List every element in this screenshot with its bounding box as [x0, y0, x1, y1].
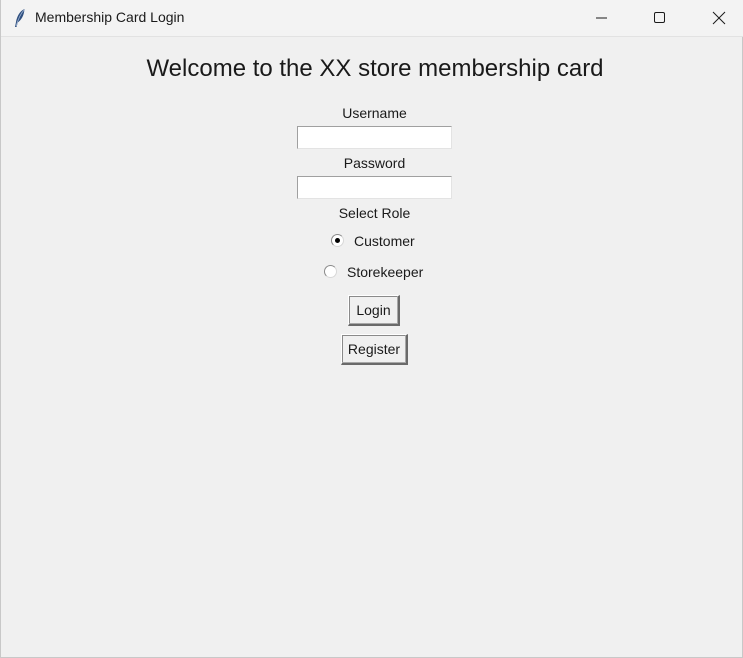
- radio-unselected-icon[interactable]: [324, 265, 337, 278]
- login-window: Membership Card Login Welcome to the XX …: [0, 0, 743, 658]
- maximize-icon: [654, 12, 665, 23]
- minimize-icon: [596, 17, 607, 19]
- maximize-button[interactable]: [631, 0, 689, 36]
- username-label: Username: [342, 105, 407, 121]
- role-label: Select Role: [338, 205, 411, 221]
- storekeeper-radio-label: Storekeeper: [347, 264, 424, 280]
- minimize-button[interactable]: [573, 0, 631, 36]
- title-bar[interactable]: Membership Card Login: [1, 0, 743, 37]
- radio-selected-icon[interactable]: [331, 234, 344, 247]
- page-title: Welcome to the XX store membership card: [146, 55, 604, 82]
- window-title: Membership Card Login: [35, 9, 185, 25]
- password-label: Password: [343, 155, 406, 171]
- password-field[interactable]: [297, 176, 452, 199]
- close-button[interactable]: [690, 0, 743, 36]
- login-button[interactable]: Login: [348, 295, 400, 326]
- username-field[interactable]: [297, 126, 452, 149]
- feather-icon: [12, 8, 28, 28]
- register-button[interactable]: Register: [341, 334, 408, 365]
- customer-radio-label: Customer: [354, 233, 415, 249]
- login-form: Welcome to the XX store membership card …: [1, 37, 743, 658]
- close-icon: [712, 11, 726, 25]
